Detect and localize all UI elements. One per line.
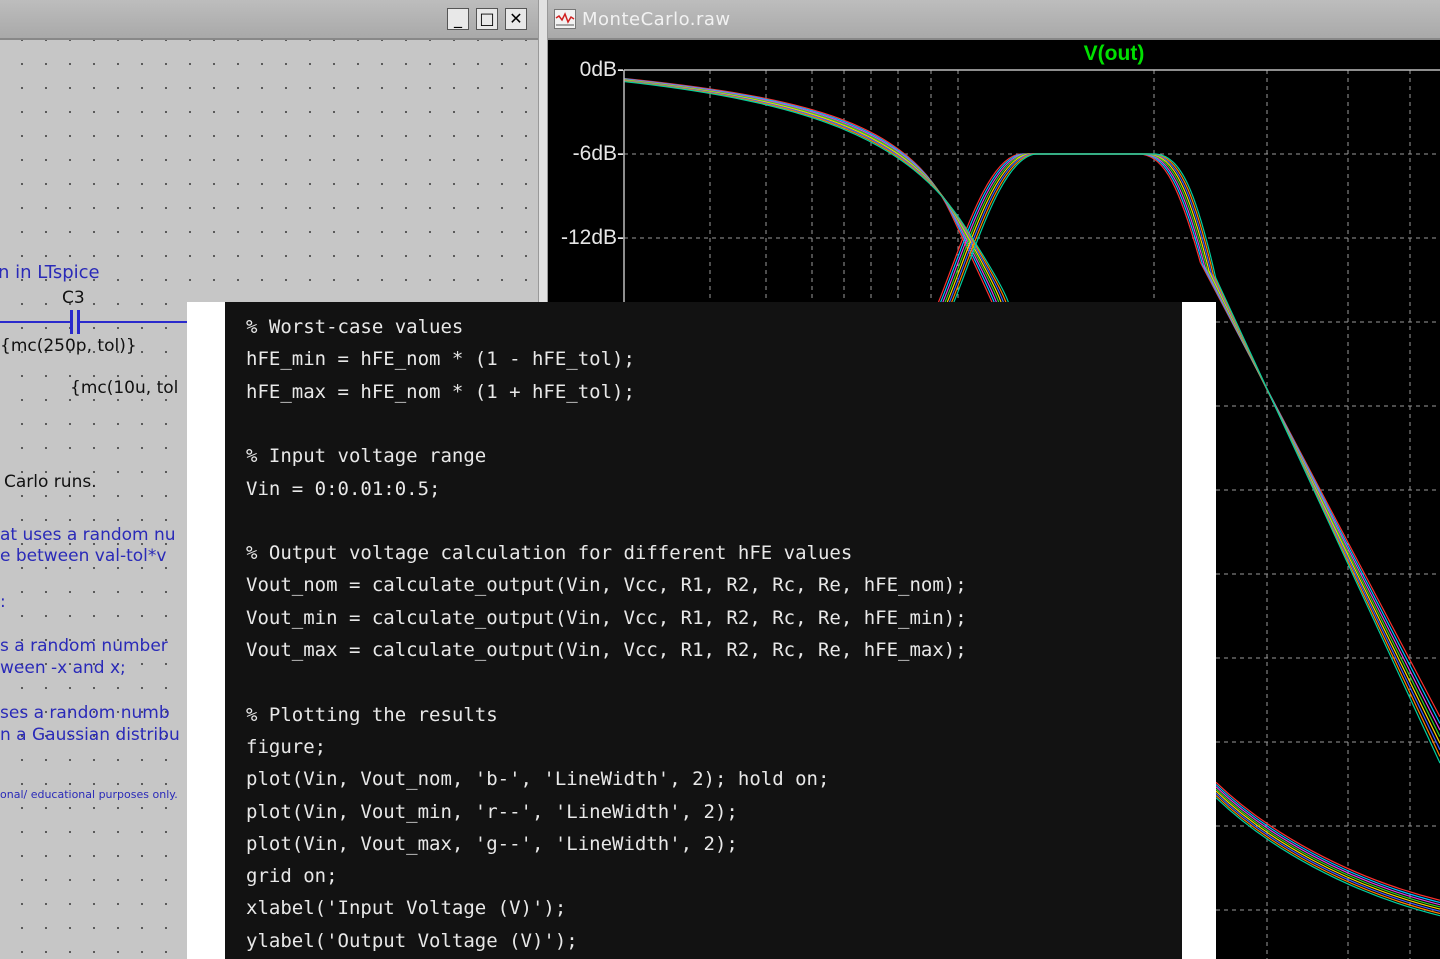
waveform-trace-tail (1215, 788, 1440, 908)
comment-gauss-2: n a Gaussian distribu (0, 725, 180, 745)
code-line: hFE_max = hFE_nom * (1 + hFE_tol); (246, 380, 635, 403)
comment-colon: : (0, 592, 6, 612)
waveform-trace-tail (1215, 784, 1440, 904)
code-line: % Input voltage range (246, 445, 487, 468)
comment-carlo-runs: Carlo runs. (4, 472, 97, 492)
code-panel: % Worst-case values hFE_min = hFE_nom * (… (225, 302, 1182, 959)
waveform-titlebar: MonteCarlo.raw (548, 0, 1440, 40)
code-line: grid on; (246, 865, 338, 888)
code-line: % Worst-case values (246, 316, 464, 338)
close-icon: ✕ (509, 9, 523, 28)
code-line: Vout_nom = calculate_output(Vin, Vcc, R1… (246, 574, 967, 597)
code-line: figure; (246, 735, 327, 758)
schematic-titlebar: _ □ ✕ (0, 0, 538, 40)
comment-flat-2: ween -x and x; (0, 658, 126, 678)
capacitor-c3-value: {mc(250p, tol)} (0, 336, 137, 356)
code-line: % Output voltage calculation for differe… (246, 542, 853, 565)
code-line: Vout_max = calculate_output(Vin, Vcc, R1… (246, 639, 967, 661)
comment-ltspice: n in LTspice (0, 262, 100, 283)
maximize-icon: □ (479, 9, 495, 28)
comment-random-1: at uses a random nu (0, 525, 176, 545)
code-line: % Plotting the results (246, 703, 498, 726)
maximize-button[interactable]: □ (476, 8, 498, 30)
code-line: Vin = 0:0.01:0.5; (246, 477, 441, 500)
code-line: plot(Vin, Vout_nom, 'b-', 'LineWidth', 2… (246, 768, 830, 791)
code-line: ylabel('Output Voltage (V)'); (246, 929, 578, 952)
waveform-icon (554, 9, 576, 29)
code-line: plot(Vin, Vout_min, 'r--', 'LineWidth', … (246, 800, 738, 823)
comment-random-2: e between val-tol*v (0, 546, 167, 566)
waveform-trace-tail (1215, 781, 1440, 901)
component-value: {mc(10u, tol (70, 378, 179, 398)
capacitor-symbol[interactable] (70, 310, 80, 334)
minimize-icon: _ (454, 9, 462, 28)
code-line: Vout_min = calculate_output(Vin, Vcc, R1… (246, 606, 967, 629)
minimize-button[interactable]: _ (447, 8, 469, 30)
waveform-trace-lowpass (623, 79, 1005, 311)
y-tick-0db: 0dB- (580, 58, 624, 81)
capacitor-c3-label: C3 (62, 288, 85, 308)
waveform-title: MonteCarlo.raw (582, 9, 731, 30)
trace-label: V(out) (1084, 42, 1145, 65)
wire (0, 321, 187, 323)
code-line: plot(Vin, Vout_max, 'g--', 'LineWidth', … (246, 832, 738, 855)
y-tick-12db: -12dB- (561, 226, 624, 249)
waveform-trace-tail (1215, 786, 1440, 906)
y-tick-6db: -6dB- (573, 142, 624, 165)
code-line: xlabel('Input Voltage (V)'); (246, 897, 567, 920)
comment-gauss-1: ses a random numb (0, 703, 170, 723)
close-button[interactable]: ✕ (505, 8, 527, 30)
comment-flat-1: s a random number (0, 636, 168, 656)
comment-footnote: onal/ educational purposes only. (0, 788, 178, 801)
code-line: hFE_min = hFE_nom * (1 - hFE_tol); (246, 348, 635, 371)
